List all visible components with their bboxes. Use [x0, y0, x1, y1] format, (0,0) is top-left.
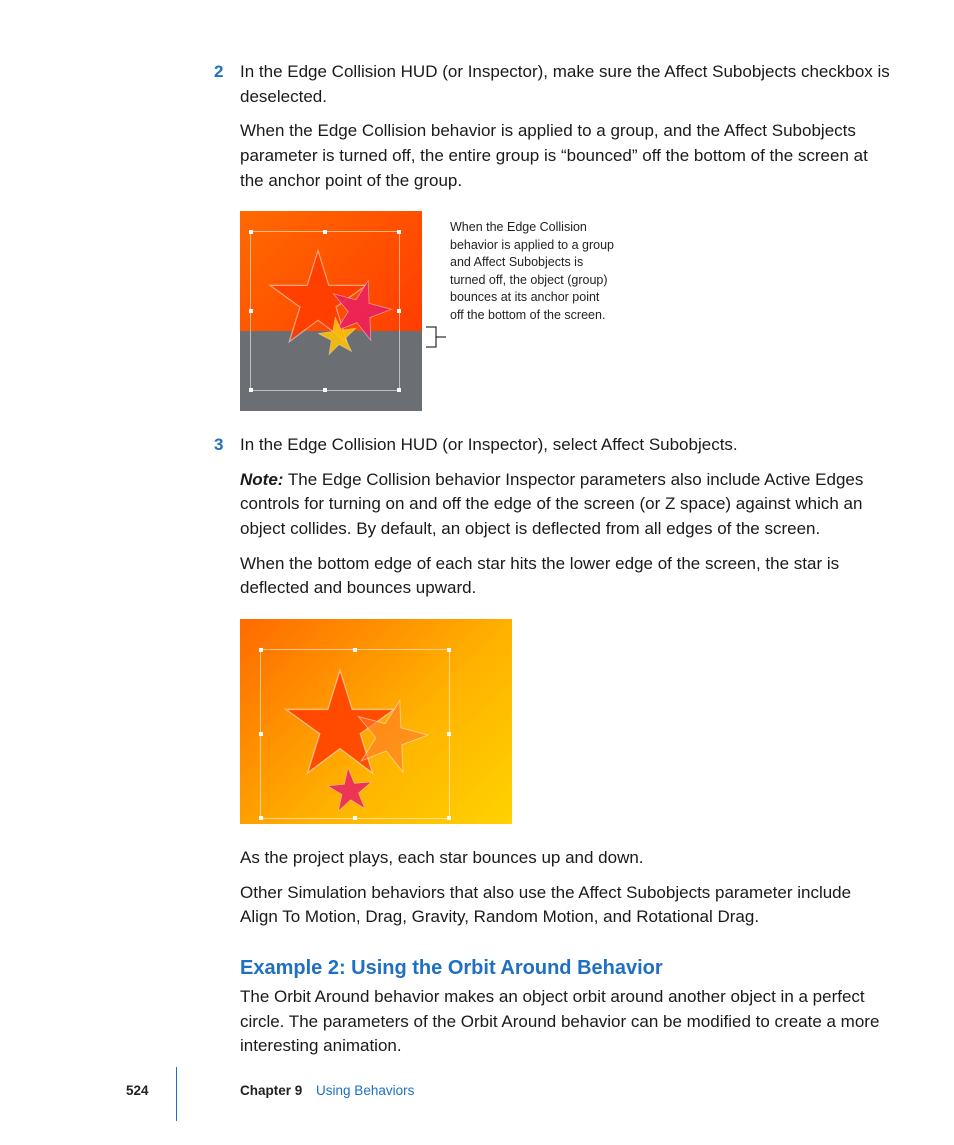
figure-1-caption: When the Edge Collision behavior is appl…: [450, 211, 616, 324]
chapter-number: Chapter 9: [240, 1083, 302, 1098]
step-2-text-1: In the Edge Collision HUD (or Inspector)…: [240, 60, 890, 109]
selection-box: [250, 231, 400, 391]
figure-2-image: [240, 619, 512, 824]
page: 2 In the Edge Collision HUD (or Inspecto…: [0, 0, 954, 1145]
step-3-text-2: When the bottom edge of each star hits t…: [240, 552, 890, 601]
footer-divider: [176, 1067, 177, 1121]
step-3-number: 3: [214, 433, 223, 458]
figure-1-image: [240, 211, 422, 411]
selection-box-2: [260, 649, 450, 819]
figure-1: When the Edge Collision behavior is appl…: [240, 211, 890, 411]
content-column: 2 In the Edge Collision HUD (or Inspecto…: [240, 60, 890, 1059]
after-fig2-text-2: Other Simulation behaviors that also use…: [240, 881, 890, 930]
example-2-intro: The Orbit Around behavior makes an objec…: [240, 985, 890, 1059]
chapter-title: Using Behaviors: [316, 1083, 414, 1098]
note-label: Note:: [240, 470, 283, 489]
page-number: 524: [126, 1081, 149, 1101]
step-2-text-2: When the Edge Collision behavior is appl…: [240, 119, 890, 193]
heading-example-2: Example 2: Using the Orbit Around Behavi…: [240, 954, 890, 983]
note-body: The Edge Collision behavior Inspector pa…: [240, 470, 863, 538]
step-2-number: 2: [214, 60, 223, 85]
after-fig2-text-1: As the project plays, each star bounces …: [240, 846, 890, 871]
step-3: 3 In the Edge Collision HUD (or Inspecto…: [240, 433, 890, 601]
chapter-label: Chapter 9 Using Behaviors: [240, 1081, 414, 1101]
step-3-text-1: In the Edge Collision HUD (or Inspector)…: [240, 433, 890, 458]
step-2: 2 In the Edge Collision HUD (or Inspecto…: [240, 60, 890, 193]
step-3-note: Note: The Edge Collision behavior Inspec…: [240, 468, 890, 542]
figure-1-bracket: [422, 211, 450, 411]
